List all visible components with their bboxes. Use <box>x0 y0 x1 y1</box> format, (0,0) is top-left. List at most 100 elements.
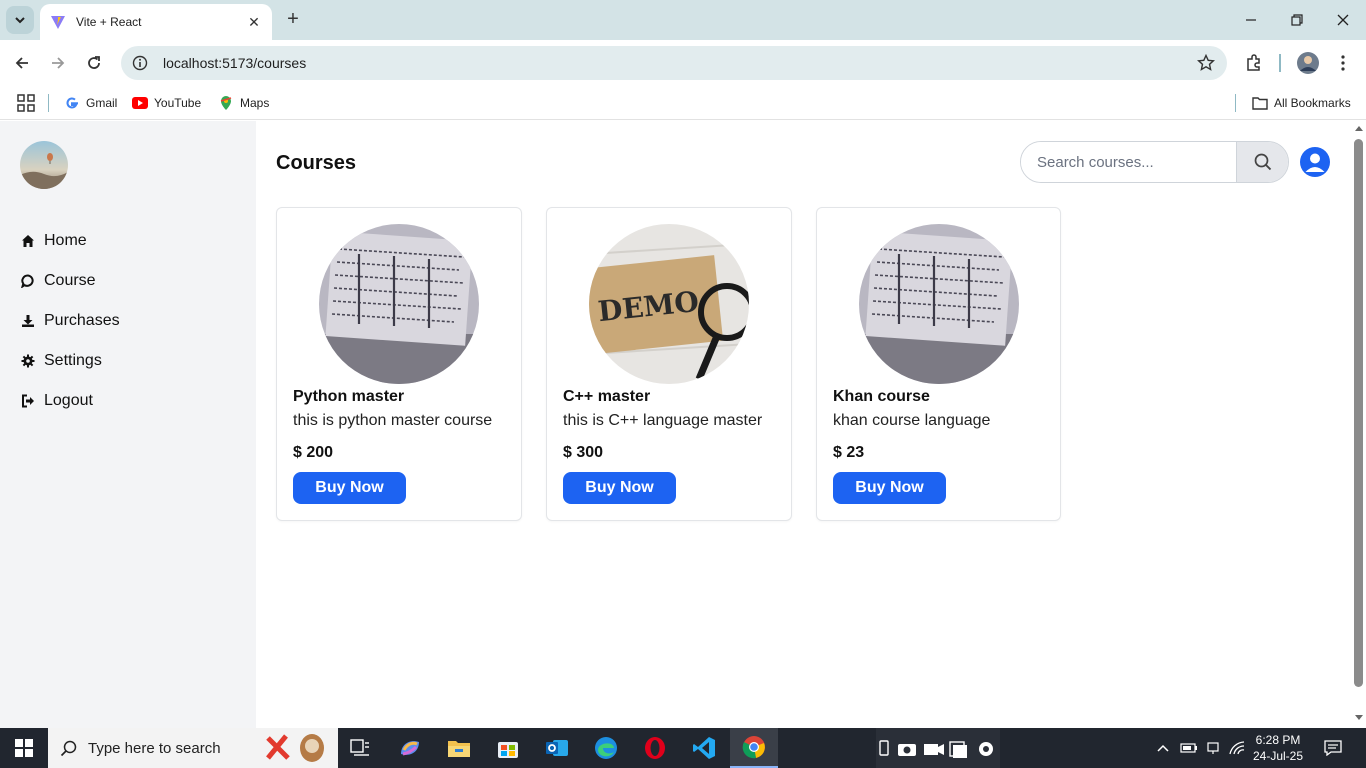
arrow-right-icon <box>52 57 65 69</box>
home-icon <box>20 233 36 249</box>
bookmark-maps[interactable]: Maps <box>218 92 269 114</box>
close-icon[interactable]: ✕ <box>246 14 262 30</box>
scroll-down-arrow-icon[interactable] <box>1355 715 1363 721</box>
tab-strip: Vite + React ✕ + <box>0 0 1366 40</box>
browser-tab[interactable]: Vite + React ✕ <box>40 4 272 40</box>
taskbar-search-text: Type here to search <box>88 739 221 757</box>
search-input[interactable] <box>1021 142 1236 182</box>
new-tab-button[interactable]: + <box>282 8 304 30</box>
minimize-icon <box>1246 19 1256 21</box>
arrow-left-icon <box>15 57 28 69</box>
restore-button[interactable] <box>1274 0 1320 40</box>
search-highlight-icon <box>266 734 324 762</box>
course-card: Khan course khan course language $ 23 Bu… <box>816 207 1061 521</box>
taskbar-edge[interactable] <box>582 728 630 768</box>
sidebar-item-purchases[interactable]: Purchases <box>20 309 120 333</box>
menu-icon[interactable] <box>1328 48 1358 78</box>
battery-icon[interactable] <box>1178 728 1200 768</box>
chevron-down-icon <box>15 17 25 24</box>
page-scrollbar[interactable] <box>1352 121 1366 728</box>
sidebar-item-label: Course <box>44 272 96 289</box>
site-info-icon[interactable] <box>131 54 149 72</box>
course-price: $ 23 <box>833 444 865 461</box>
search-bar <box>1020 141 1289 183</box>
sidebar-item-label: Logout <box>44 392 93 409</box>
notifications-button[interactable] <box>1316 728 1350 768</box>
sidebar-item-course[interactable]: Course <box>20 269 96 293</box>
logout-icon <box>20 393 36 409</box>
taskbar-search-box[interactable]: Type here to search <box>48 728 338 768</box>
course-card: DEMO C++ master this is C++ language mas… <box>546 207 792 521</box>
edge-icon <box>595 737 617 759</box>
buy-now-button[interactable]: Buy Now <box>293 472 406 504</box>
course-description: this is C++ language master <box>563 412 763 429</box>
taskbar-chrome[interactable] <box>730 728 778 768</box>
buy-now-button[interactable]: Buy Now <box>833 472 946 504</box>
paper-document-image <box>859 224 1019 384</box>
camera-icon[interactable] <box>878 737 998 759</box>
taskbar-store[interactable] <box>484 728 532 768</box>
task-view-button[interactable] <box>336 728 384 768</box>
reload-icon <box>88 56 100 69</box>
bookmarks-bar: Gmail YouTube Maps All Bookmarks <box>0 86 1366 120</box>
task-view-icon <box>350 739 369 756</box>
reload-button[interactable] <box>79 48 109 78</box>
bookmark-label: Maps <box>240 96 270 110</box>
taskbar-opera[interactable] <box>631 728 679 768</box>
gear-icon <box>20 353 36 369</box>
sidebar-avatar[interactable] <box>20 141 68 189</box>
search-button[interactable] <box>1236 142 1288 182</box>
course-price: $ 300 <box>563 444 604 461</box>
taskbar-copilot[interactable] <box>386 728 434 768</box>
course-price: $ 200 <box>293 444 334 461</box>
sidebar-item-label: Settings <box>44 352 102 369</box>
copilot-icon <box>401 741 419 756</box>
start-button[interactable] <box>0 728 48 768</box>
taskbar-file-explorer[interactable] <box>435 728 483 768</box>
folder-icon <box>448 741 470 757</box>
extensions-icon[interactable] <box>1239 48 1269 78</box>
chrome-icon <box>742 736 765 759</box>
main-content: Courses Python mas <box>256 121 1352 728</box>
taskbar-outlook[interactable] <box>533 728 581 768</box>
apps-grid-icon[interactable] <box>16 93 36 113</box>
notification-icon <box>1324 740 1342 756</box>
recording-toolbar <box>876 728 1000 768</box>
vite-logo-icon <box>51 16 65 29</box>
address-bar[interactable]: localhost:5173/courses <box>121 46 1227 80</box>
minimize-button[interactable] <box>1228 0 1274 40</box>
all-bookmarks-button[interactable]: All Bookmarks <box>1252 92 1351 114</box>
url-text: localhost:5173/courses <box>163 55 307 71</box>
network-icon[interactable] <box>1202 728 1224 768</box>
show-hidden-icons-button[interactable] <box>1152 728 1174 768</box>
close-icon <box>1337 14 1349 26</box>
bookmark-gmail[interactable]: Gmail <box>64 92 117 114</box>
scrollbar-thumb[interactable] <box>1354 139 1363 687</box>
taskbar-clock[interactable]: 6:28 PM 24-Jul-25 <box>1250 732 1306 764</box>
profile-avatar[interactable] <box>1293 48 1323 78</box>
tab-search-button[interactable] <box>6 6 34 34</box>
scroll-up-arrow-icon[interactable] <box>1355 125 1363 131</box>
all-bookmarks-label: All Bookmarks <box>1274 96 1351 110</box>
taskbar-vscode[interactable] <box>680 728 728 768</box>
sidebar-item-logout[interactable]: Logout <box>20 389 93 413</box>
star-icon[interactable] <box>1191 48 1221 78</box>
course-title: C++ master <box>563 388 651 405</box>
opera-icon <box>645 737 665 759</box>
bookmark-youtube[interactable]: YouTube <box>132 92 201 114</box>
back-button[interactable] <box>7 48 37 78</box>
course-title: Python master <box>293 388 405 405</box>
forward-button[interactable] <box>43 48 73 78</box>
buy-now-button[interactable]: Buy Now <box>563 472 676 504</box>
sidebar-item-settings[interactable]: Settings <box>20 349 102 373</box>
user-icon[interactable] <box>1300 147 1330 177</box>
tab-title: Vite + React <box>76 15 142 29</box>
wifi-icon[interactable] <box>1226 728 1248 768</box>
close-window-button[interactable] <box>1320 0 1366 40</box>
course-description: this is python master course <box>293 412 493 429</box>
chat-icon <box>20 273 36 289</box>
browser-toolbar: localhost:5173/courses <box>0 40 1366 86</box>
sidebar-item-home[interactable]: Home <box>20 229 87 253</box>
sidebar: Home Course Purchases Settings Logout <box>0 121 256 728</box>
sidebar-item-label: Home <box>44 232 87 249</box>
